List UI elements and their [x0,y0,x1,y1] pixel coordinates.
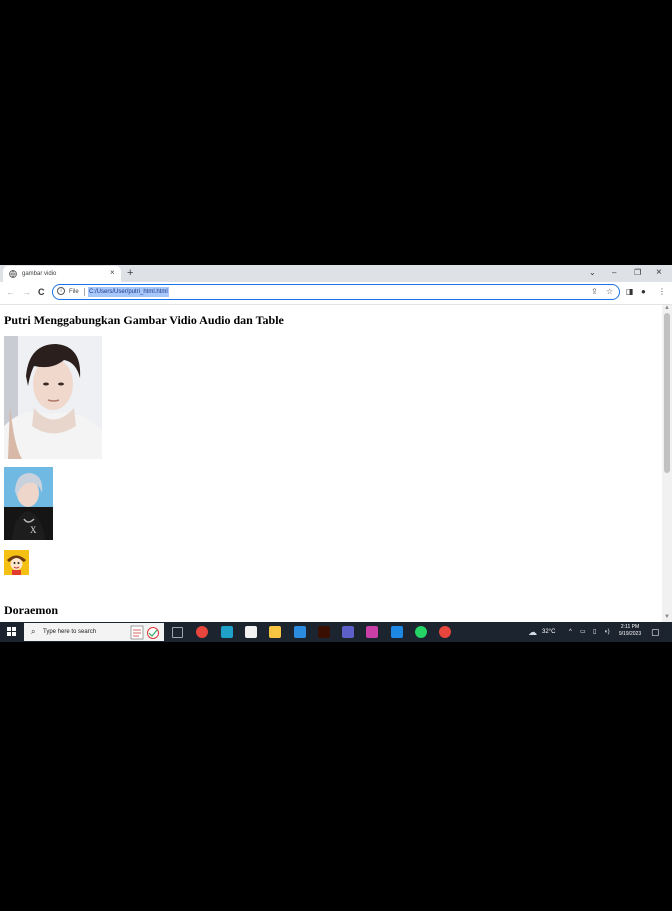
task-view-icon[interactable] [172,627,183,638]
mail-icon[interactable] [293,626,306,638]
app-pink-icon[interactable] [366,626,379,638]
network-icon[interactable]: ▭ [580,622,586,642]
share-icon[interactable]: ⇪ [591,285,598,299]
app-purple-icon[interactable] [342,626,355,638]
chrome-icon[interactable] [196,626,209,638]
battery-icon[interactable]: ▯ [593,622,596,642]
scheme-label: File [69,289,79,295]
illustrator-icon[interactable] [317,626,330,638]
store-icon[interactable] [244,626,257,638]
page-scrollbar[interactable]: ▲ ▼ [662,305,672,622]
omnibox-separator [84,288,85,296]
tab-gambar-vidio[interactable]: gambar vidio × [3,266,121,282]
page-heading: Putri Menggabungkan Gambar Vidio Audio d… [4,313,284,327]
page-content: Putri Menggabungkan Gambar Vidio Audio d… [0,305,662,622]
address-bar[interactable]: i File C:/Users/User/putri_html.html ⇪ ☆ [52,284,620,300]
browser-screen: gambar vidio × + ⌄ – ❐ × ← → C i File C:… [0,265,672,642]
side-panel-icon[interactable]: ◨ [626,285,634,299]
restore-button[interactable]: ❐ [634,265,641,280]
new-tab-button[interactable]: + [127,265,133,281]
search-highlight-illustration [130,625,159,640]
notification-icon[interactable]: ▢ [651,622,660,642]
back-button[interactable]: ← [6,285,15,299]
menu-icon[interactable]: ⋮ [658,285,666,299]
photo-portrait-small: X [4,467,53,540]
doraemon-icon-image [4,550,29,575]
tab-close-icon[interactable]: × [110,267,115,279]
weather-icon[interactable]: ☁ [528,622,537,642]
vscode-icon[interactable] [390,626,403,638]
bookmark-star-icon[interactable]: ☆ [606,285,613,299]
info-icon[interactable]: i [57,287,65,295]
clock-date: 9/19/2023 [618,631,642,637]
scroll-up-icon[interactable]: ▲ [664,305,670,311]
tab-bar: gambar vidio × + ⌄ – ❐ × [0,265,672,282]
whatsapp-icon[interactable] [415,626,427,638]
weather-temp[interactable]: 32°C [542,622,555,642]
scroll-down-icon[interactable]: ▼ [664,614,670,620]
photo-portrait-large [4,336,102,459]
chrome-active-icon[interactable] [439,626,452,638]
edge-icon[interactable] [220,626,233,638]
windows-start-icon[interactable] [7,627,17,637]
forward-button[interactable]: → [22,285,31,299]
browser-toolbar: ← → C i File C:/Users/User/putri_html.ht… [0,282,672,305]
url-text[interactable]: C:/Users/User/putri_html.html [88,287,169,297]
svg-text:X: X [30,525,37,535]
globe-icon [9,270,17,278]
file-explorer-icon[interactable] [269,626,282,638]
close-window-button[interactable]: × [656,265,662,280]
scrollbar-thumb[interactable] [664,313,670,473]
taskbar-search-box[interactable]: ⌕ Type here to search [24,623,164,641]
taskbar-clock[interactable]: 2:11 PM 9/19/2023 [614,624,646,638]
tab-search-icon[interactable]: ⌄ [589,265,596,280]
tray-chevron-icon[interactable]: ^ [569,622,572,642]
windows-taskbar: ⌕ Type here to search ☁ 32°C ^ ▭ ▯ ◖) 2:… [0,622,672,642]
minimize-button[interactable]: – [612,265,616,280]
doraemon-heading: Doraemon [4,603,58,617]
search-placeholder: Type here to search [43,629,97,635]
volume-icon[interactable]: ◖) [604,622,610,642]
search-icon: ⌕ [31,627,36,636]
reload-button[interactable]: C [38,285,45,299]
profile-icon[interactable]: ● [641,285,646,299]
tab-title: gambar vidio [22,271,57,277]
clock-time: 2:11 PM [620,624,640,630]
